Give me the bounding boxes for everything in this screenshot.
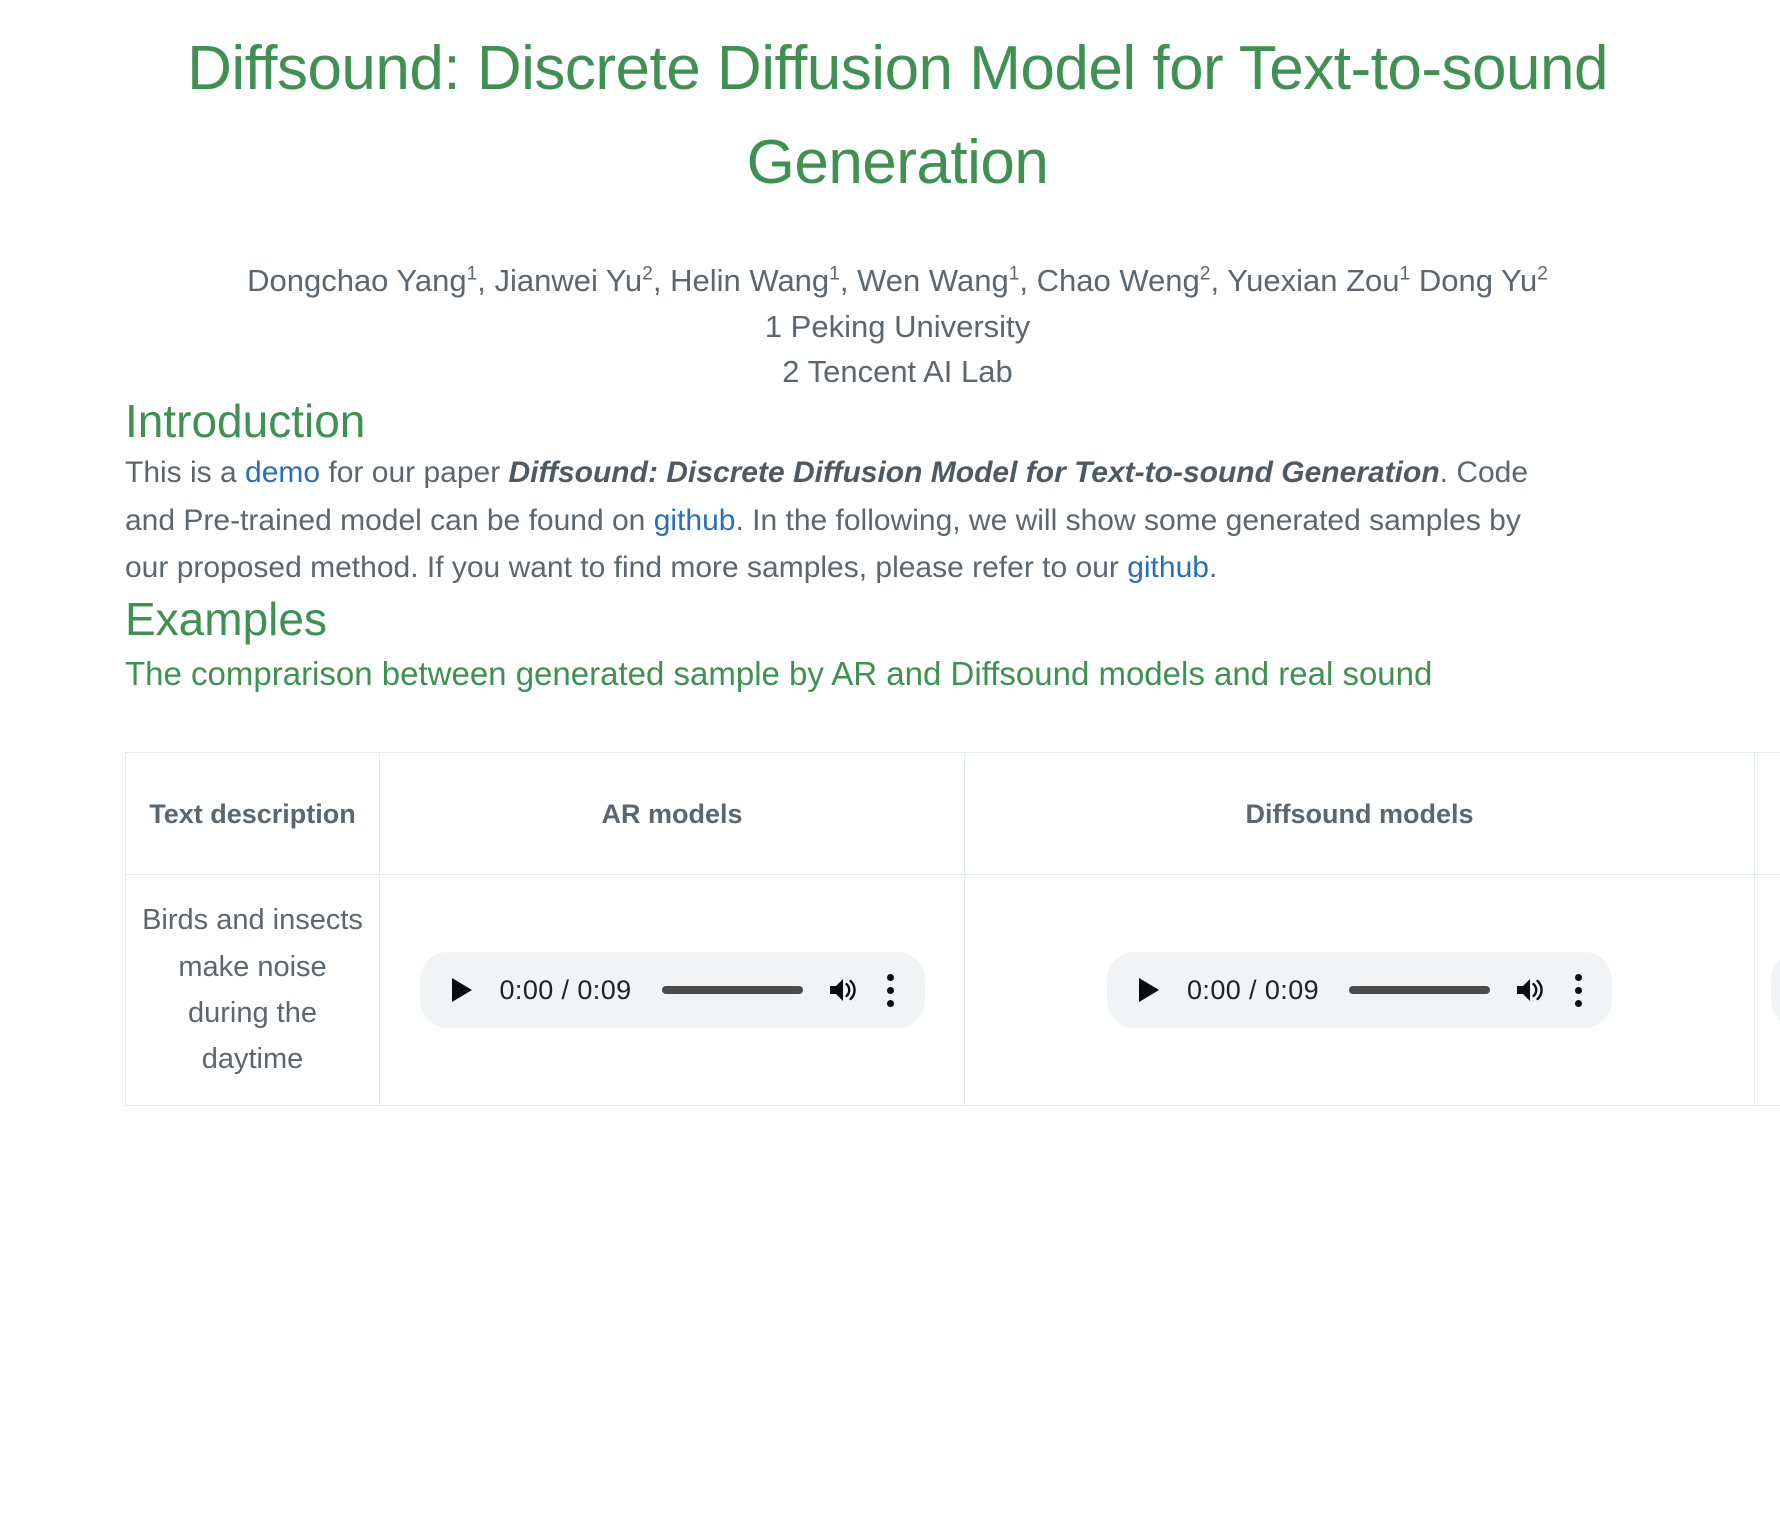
volume-high-icon[interactable] [1512, 972, 1548, 1008]
author-5-affil: 1 [1399, 264, 1411, 286]
volume-high-icon[interactable] [825, 972, 861, 1008]
cell-real-audio: 0:00 / 0:09 [1754, 874, 1780, 1106]
audio-time-display-diffsound: 0:00 / 0:09 [1187, 975, 1319, 1006]
demo-link[interactable]: demo [245, 456, 320, 489]
author-0-name: Dongchao Yang [247, 263, 467, 299]
audio-time-display-ar: 0:00 / 0:09 [500, 975, 632, 1006]
github-link-1[interactable]: github [654, 504, 736, 537]
author-1-name: Jianwei Yu [494, 263, 643, 299]
introduction-paragraph: This is a demo for our paper Diffsound: … [125, 449, 1570, 591]
current-time: 0:00 [499, 974, 554, 1005]
time-separator: / [1241, 974, 1265, 1005]
cell-text-description: Birds and insects make noise during the … [125, 874, 380, 1106]
audio-player-ar[interactable]: 0:00 / 0:09 [419, 952, 925, 1028]
author-2-affil: 1 [829, 264, 840, 286]
author-2-name: Helin Wang [670, 263, 830, 299]
progress-bar-diffsound[interactable] [1349, 986, 1490, 994]
author-6-affil: 2 [1537, 264, 1548, 286]
current-time: 0:00 [1187, 974, 1242, 1005]
samples-table-container: Text description AR models Diffsound mod… [125, 752, 1780, 1106]
author-3-affil: 1 [1008, 264, 1020, 286]
github-link-2[interactable]: github [1127, 551, 1209, 584]
kebab-menu-icon[interactable] [873, 970, 909, 1010]
duration: 0:09 [1264, 974, 1320, 1005]
introduction-heading: Introduction [125, 395, 366, 448]
paper-title-inline: Diffsound: Discrete Diffusion Model for … [508, 456, 1440, 490]
affiliation-1: 1 Peking University [764, 308, 1031, 344]
play-icon[interactable] [442, 970, 482, 1010]
audio-player-diffsound[interactable]: 0:00 / 0:09 [1107, 952, 1612, 1028]
comparison-subheading: The comprarison between generated sample… [125, 654, 1433, 692]
play-icon[interactable] [1129, 970, 1169, 1010]
cell-diffsound-audio: 0:00 / 0:09 [964, 874, 1755, 1106]
column-header-diffsound-models: Diffsound models [964, 752, 1755, 876]
page-title: Diffsound: Discrete Diffusion Model for … [187, 34, 1608, 198]
author-5-name: Yuexian Zou [1227, 263, 1400, 299]
column-header-ar-models: AR models [379, 752, 965, 876]
page-root: Diffsound: Discrete Diffusion Model for … [0, 0, 1780, 1106]
author-list: Dongchao Yang1, Jianwei Yu2, Helin Wang1… [247, 263, 1548, 299]
table-header-row: Text description AR models Diffsound mod… [125, 752, 1780, 876]
author-4-affil: 2 [1199, 264, 1211, 286]
affiliation-2: 2 Tencent AI Lab [782, 353, 1013, 389]
intro-text-5: . [1208, 551, 1218, 585]
examples-heading: Examples [125, 592, 327, 645]
table-body: Birds and insects make noise during the … [125, 874, 1780, 1106]
column-header-real-sound: Real sound [1754, 752, 1780, 876]
time-separator: / [553, 974, 578, 1005]
table-head: Text description AR models Diffsound mod… [125, 752, 1780, 876]
author-6-name: Dong Yu [1418, 263, 1538, 299]
table-row: Birds and insects make noise during the … [125, 874, 1780, 1106]
intro-text-2: for our paper [320, 456, 509, 490]
content-container: Diffsound: Discrete Diffusion Model for … [40, 0, 1780, 1106]
duration: 0:09 [577, 974, 632, 1005]
intro-text-1: This is a [125, 456, 246, 490]
author-3-name: Wen Wang [857, 263, 1009, 299]
kebab-menu-icon[interactable] [1560, 970, 1596, 1010]
progress-bar-ar[interactable] [661, 986, 803, 994]
column-header-text-description: Text description [125, 752, 380, 876]
samples-table: Text description AR models Diffsound mod… [125, 752, 1780, 1106]
author-0-affil: 1 [466, 264, 478, 286]
author-1-affil: 2 [642, 264, 653, 286]
audio-player-real[interactable]: 0:00 / 0:09 [1771, 952, 1780, 1028]
cell-ar-audio: 0:00 / 0:09 [379, 874, 965, 1106]
author-4-name: Chao Weng [1036, 263, 1200, 299]
